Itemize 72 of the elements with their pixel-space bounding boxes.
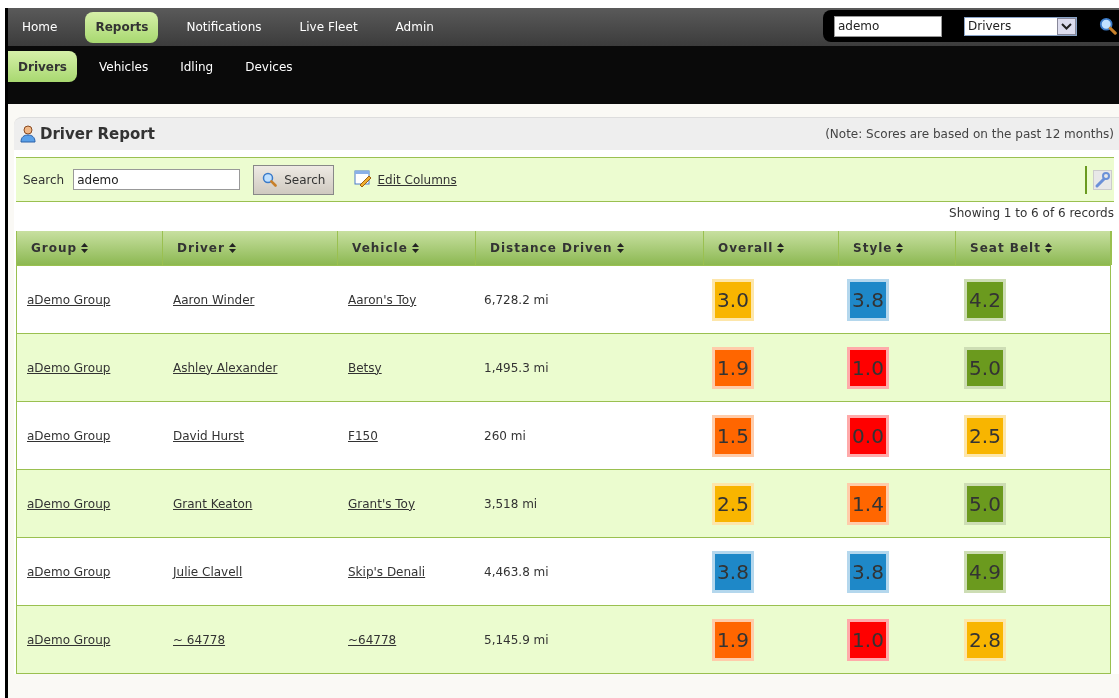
score-badge: 2.5: [964, 414, 1006, 457]
table-link[interactable]: Ashley Alexander: [173, 358, 278, 377]
table-link[interactable]: Grant Keaton: [173, 494, 253, 513]
table-link[interactable]: aDemo Group: [27, 494, 111, 513]
table-link[interactable]: aDemo Group: [27, 426, 111, 445]
sort-icon: [81, 243, 89, 253]
search-button[interactable]: Search: [253, 164, 335, 195]
distance-cell-text: 260 mi: [484, 427, 526, 445]
nav-tab[interactable]: Home: [12, 11, 68, 43]
nav-tab[interactable]: Reports: [85, 11, 159, 43]
distance-cell-text: 3,518 mi: [484, 495, 538, 513]
score-badge: 5.0: [964, 482, 1006, 525]
distance-cell-text: 4,463.8 mi: [484, 563, 549, 581]
table-link[interactable]: ~64778: [348, 630, 397, 649]
search-icon: [1099, 17, 1117, 35]
score-badge: 1.0: [847, 346, 889, 389]
table-link[interactable]: aDemo Group: [27, 630, 111, 649]
table-link[interactable]: Aaron Winder: [173, 290, 255, 309]
score-badge: 0.0: [847, 414, 889, 457]
search-field[interactable]: ademo: [73, 169, 241, 190]
sort-icon: [228, 243, 236, 253]
score-badge: 3.8: [847, 278, 889, 321]
score-badge: 5.0: [964, 346, 1006, 389]
sub-nav-tab[interactable]: Idling: [170, 51, 224, 82]
table-link[interactable]: aDemo Group: [27, 290, 111, 309]
score-badge: 1.9: [712, 346, 754, 389]
table-link[interactable]: F150: [348, 426, 378, 445]
edit-columns-link[interactable]: Edit Columns: [377, 170, 457, 189]
table-link[interactable]: David Hurst: [173, 426, 244, 445]
sub-nav-tab[interactable]: Devices: [235, 51, 303, 82]
score-badge: 1.4: [847, 482, 889, 525]
table-link[interactable]: Betsy: [348, 358, 382, 377]
table-link[interactable]: ~ 64778: [173, 630, 226, 649]
table-link[interactable]: Julie Clavell: [173, 562, 243, 581]
score-badge: 3.8: [847, 550, 889, 593]
quick-search-field[interactable]: ademo: [834, 15, 942, 37]
sub-nav-tab[interactable]: Drivers: [8, 51, 77, 82]
type-select[interactable]: Drivers: [964, 16, 1077, 36]
search-label: Search: [23, 171, 65, 189]
sort-icon: [616, 243, 624, 253]
score-badge: 1.0: [847, 618, 889, 661]
score-badge: 4.2: [964, 278, 1006, 321]
table-link[interactable]: aDemo Group: [27, 358, 111, 377]
score-badge: 2.8: [964, 618, 1006, 661]
nav-tab[interactable]: Live Fleet: [289, 11, 368, 43]
sort-icon: [896, 243, 904, 253]
score-badge: 3.8: [712, 550, 754, 593]
table-link[interactable]: Skip's Denali: [348, 562, 426, 581]
record-count: Showing 1 to 6 of 6 records: [949, 205, 1114, 222]
table-link[interactable]: Grant's Toy: [348, 494, 415, 513]
dropdown-icon: [1057, 17, 1076, 35]
distance-cell-text: 6,728.2 mi: [484, 291, 549, 309]
score-badge: 3.0: [712, 278, 754, 321]
table-link[interactable]: aDemo Group: [27, 562, 111, 581]
sort-icon: [777, 243, 785, 253]
sort-icon: [1044, 243, 1052, 253]
note-text: (Note: Scores are based on the past 12 months): [825, 126, 1114, 143]
distance-cell-text: 5,145.9 mi: [484, 631, 549, 649]
table-link[interactable]: Aaron's Toy: [348, 290, 417, 309]
sort-icon: [411, 243, 419, 253]
nav-tab[interactable]: Admin: [385, 11, 444, 43]
edit-columns-icon: [354, 170, 374, 189]
nav-tab[interactable]: Notifications: [176, 11, 272, 43]
search-icon: [262, 172, 278, 187]
score-badge: 4.9: [964, 550, 1006, 593]
score-badge: 2.5: [712, 482, 754, 525]
person-icon: [20, 125, 36, 143]
score-badge: 1.5: [712, 414, 754, 457]
sub-nav-tab[interactable]: Vehicles: [89, 51, 159, 82]
distance-cell-text: 1,495.3 mi: [484, 359, 549, 377]
score-badge: 1.9: [712, 618, 754, 661]
panel-title: Driver Report: [40, 123, 155, 145]
